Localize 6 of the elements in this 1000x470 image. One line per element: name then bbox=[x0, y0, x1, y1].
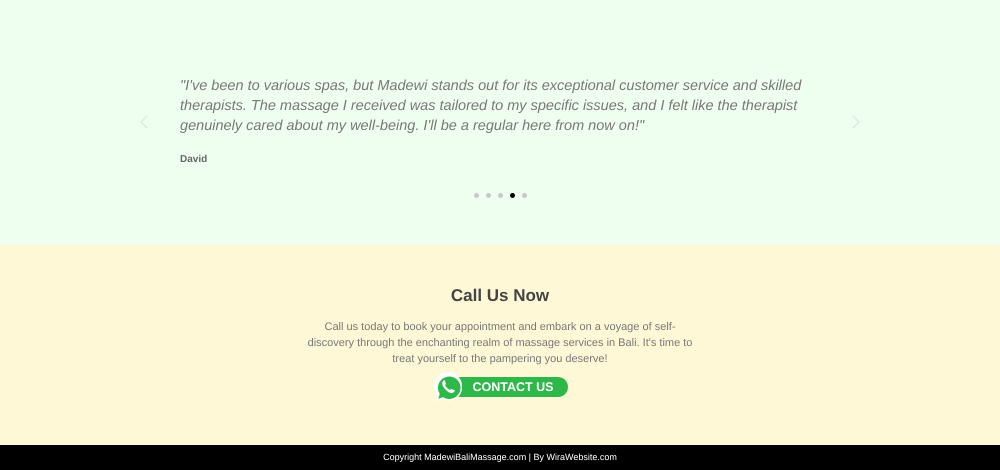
call-description: Call us today to book your appointment and embark on a voyage of self-discovery through the enchanting realm of massage services in Bali. It's time to treat yourself to the pampering you deserve! bbox=[306, 320, 694, 366]
copyright-text: Copyright MadewiBaliMassage.com | By WiraWebsite.com bbox=[383, 450, 617, 464]
testimonial-author: David bbox=[180, 153, 208, 167]
phone-chat-icon bbox=[432, 370, 464, 402]
testimonial-quote: "I've been to various spas, but Madewi stands out for its exceptional customer service and skilled therapists. The massage I received was tailored to my specific issues, and I felt like the therapist genuinely cared about my well-being. I'll be a regular here from now on!" bbox=[180, 77, 803, 136]
section-heading: Call Us Now bbox=[450, 285, 550, 307]
